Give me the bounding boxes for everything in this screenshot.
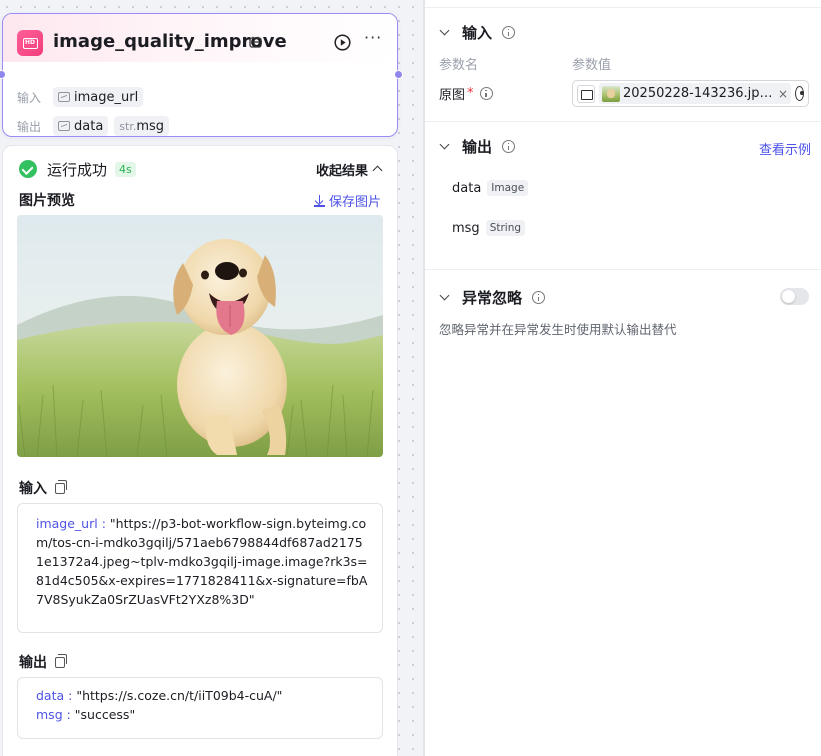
inputs-label: 输入 [17,90,42,105]
puppy-photo [17,215,383,457]
output-var-pill: data [53,116,109,136]
string-type-prefix: str. [119,119,137,133]
image-preview[interactable] [17,215,383,457]
input-title-label: 输入 [19,481,47,497]
run-status-row: 运行成功 4s 收起结果 [19,158,383,180]
exception-description: 忽略异常并在异常发生时使用默认输出替代 [439,322,677,337]
copy-output-icon[interactable] [55,653,67,668]
image-type-icon[interactable] [577,84,595,103]
file-name: 20250228-143236.jpeg [623,86,773,101]
collapse-result-label: 收起结果 [315,163,368,179]
info-icon[interactable] [532,291,546,304]
output-title-label: 输出 [19,655,47,671]
image-icon [58,92,70,102]
outputs-label: 输出 [17,119,42,134]
output-var-name: data [452,180,482,196]
input-var-name: image_url [74,89,139,105]
output-var-type: Image [487,180,529,196]
save-image-button[interactable]: 保存图片 [313,191,381,210]
image-param-field[interactable]: 20250228-143236.jpeg × [572,80,809,107]
output-json-key: msg [36,707,63,722]
output-var-row: data Image [452,180,529,196]
view-example-link[interactable]: 查看示例 [759,139,811,158]
output-json-value: "success" [74,707,136,722]
input-var-pill: image_url [53,87,144,107]
hd-icon: HD [17,30,43,56]
success-check-icon [19,160,37,178]
ignore-exception-toggle[interactable] [780,288,809,305]
output-json-value: "https://s.coze.cn/t/iiT09b4-cuA/" [76,688,283,703]
file-chip: 20250228-143236.jpeg × [599,83,792,104]
run-status-text: 运行成功 [47,160,108,179]
input-section-title: 输入 [462,24,493,42]
more-options-icon[interactable]: ··· [364,30,384,50]
info-icon[interactable] [502,140,516,153]
output-var-name: data [74,118,104,134]
chevron-up-icon [372,165,383,176]
image-icon [58,121,70,131]
input-section-title: 输入 [19,478,67,498]
node-config-panel: 输入 参数名 参数值 原图 * 20250228-143236.jpeg × 输… [424,0,821,756]
param-label-text: 原图 [439,88,466,103]
output-section-title: 输出 [462,138,493,156]
node-inputs-row: 输入 image_url [17,86,144,108]
output-config-section: 输出 查看示例 data Image msg String [425,122,821,270]
output-var-name: msg [452,220,480,236]
output-json-key: data [36,688,65,703]
collapse-result-button[interactable]: 收起结果 [315,160,383,179]
input-json-key: image_url [36,516,98,531]
input-port[interactable] [0,70,6,79]
copy-input-icon[interactable] [55,479,67,494]
output-var-row: msg String [452,220,526,236]
exception-section-title: 异常忽略 [462,289,523,307]
output-var-pill: str. msg [114,116,170,136]
output-section-header[interactable]: 输出 [439,136,516,157]
output-port[interactable] [394,70,403,79]
input-json-box: image_url : "https://p3-bot-workflow-sig… [17,503,383,633]
chevron-down-icon [439,139,450,150]
chevron-down-icon [439,290,450,301]
preview-title-label: 图片预览 [19,193,75,209]
output-var-name: msg [136,118,165,134]
run-icon[interactable] [334,34,351,51]
input-config-section: 输入 参数名 参数值 原图 * 20250228-143236.jpeg × [425,8,821,122]
param-name-header: 参数名 [439,58,479,73]
variable-reference-icon[interactable] [795,86,804,101]
run-time-badge: 4s [115,161,136,177]
node-card[interactable]: HD image_quality_improve ··· 输入 image_ur… [0,13,403,137]
info-icon[interactable] [479,87,493,100]
workflow-canvas[interactable]: HD image_quality_improve ··· 输入 image_ur… [0,0,424,756]
output-section-title: 输出 [19,652,67,672]
info-icon[interactable] [502,26,516,39]
required-mark: * [467,86,474,101]
output-json-line: data : "https://s.coze.cn/t/iiT09b4-cuA/… [36,688,283,703]
output-var-type: String [485,220,526,236]
output-json-box: data : "https://s.coze.cn/t/iiT09b4-cuA/… [17,677,383,739]
node-outputs-row: 输出 data str. msg [17,115,170,137]
download-icon [313,194,325,207]
save-image-label: 保存图片 [328,195,381,210]
remove-file-icon[interactable]: × [778,87,788,101]
param-label: 原图 * [439,84,493,103]
plugin-badge-icon [249,36,262,48]
exception-section-header[interactable]: 异常忽略 [439,287,546,308]
input-section-header[interactable]: 输入 [439,22,516,43]
image-thumbnail [602,85,620,102]
output-json-line: msg : "success" [36,707,136,722]
preview-title: 图片预览 [19,190,75,210]
chevron-down-icon [439,25,450,36]
param-value-header: 参数值 [572,58,612,73]
run-result-panel: 运行成功 4s 收起结果 图片预览 保存图片 输入 image_url: "h… [2,145,398,756]
